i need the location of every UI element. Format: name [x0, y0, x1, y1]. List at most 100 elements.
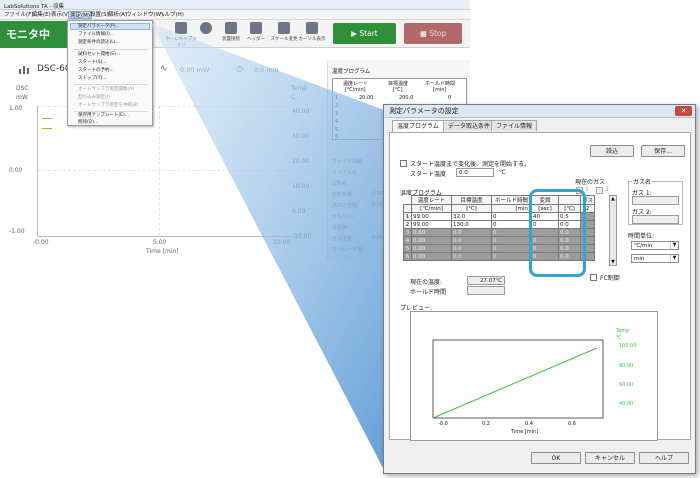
table-cell[interactable]: 0 [491, 220, 532, 229]
table-cell[interactable]: 0.0 [451, 252, 492, 261]
start-button[interactable]: ▶ Start [333, 23, 396, 44]
side-unit: [min] [433, 87, 447, 93]
preview-x-tick: 0.4 [525, 421, 533, 427]
start-label: Start [359, 29, 378, 38]
gas1-name-field[interactable] [632, 196, 679, 205]
table-cell[interactable]: 130.0 [451, 220, 492, 229]
table-cell[interactable]: 0 [491, 236, 532, 245]
side-unit: [℃/min] [345, 87, 366, 93]
toolbar-home-label: ホームキャプション [165, 37, 197, 48]
fc-control-checkbox[interactable] [590, 274, 597, 281]
preview-temp-tick: 60.00 [619, 382, 634, 388]
temp-tick: -10.00 [292, 233, 312, 240]
gas2-checkbox[interactable] [596, 187, 603, 194]
table-corner [403, 204, 412, 213]
current-temp-value: 27.07℃ [467, 276, 505, 285]
side-row-number: 5 [335, 127, 339, 133]
ok-button[interactable]: OK [531, 452, 581, 464]
menu-edit[interactable]: 編集(E) [31, 11, 52, 19]
toolbar-connect-label: 装置接続 [222, 37, 240, 42]
info-value: 0.00 [372, 235, 384, 241]
tab-temperature-program[interactable]: 温度プログラム [392, 120, 444, 132]
info-label: 雰囲気: [332, 225, 349, 231]
menu-item-stop[interactable]: ストップ(T)... [78, 76, 107, 82]
dsc-unit-label: mW [16, 94, 28, 101]
x-tick: 5.00 [153, 239, 167, 246]
gas2-name-field[interactable] [632, 215, 679, 224]
menu-item-file-info[interactable]: ファイル情報(I)... [78, 32, 114, 38]
toolbar-cursor-button[interactable]: カーソル表示 [296, 22, 328, 42]
cancel-button[interactable]: キャンセル [585, 452, 635, 464]
table-cell[interactable]: 0.0 [451, 228, 492, 237]
side-header: 温度レート [343, 81, 369, 87]
table-cell[interactable]: 32.0 [451, 212, 492, 221]
table-cell[interactable]: 0 [491, 244, 532, 253]
table-cell[interactable]: 0 [491, 212, 532, 221]
side-header: 目標温度 [388, 81, 409, 87]
dialog-close-button[interactable]: ✕ [675, 106, 692, 116]
table-cell[interactable]: 0.00 [411, 244, 452, 253]
scroll-up-icon[interactable]: ▲ [611, 196, 615, 202]
save-button[interactable]: 保存... [641, 145, 685, 157]
row-number: 5 [403, 244, 412, 253]
column-unit: [℃/min] [411, 204, 452, 213]
scroll-down-icon[interactable]: ▼ [611, 259, 615, 265]
close-icon: ✕ [680, 107, 687, 115]
info-label: オペレータ名: [332, 247, 364, 253]
table-cell[interactable]: 0.00 [411, 236, 452, 245]
side-row-number: 2 [335, 103, 339, 109]
preview-x-tick: -0.0 [438, 421, 448, 427]
table-cell[interactable]: 0.0 [451, 244, 492, 253]
side-program-title: 温度プログラム [332, 69, 371, 75]
temp-tick: 10.00 [292, 183, 310, 190]
table-cell[interactable]: 99.00 [411, 212, 452, 221]
temp-unit-label: C [291, 94, 296, 101]
table-cell[interactable]: 0 [491, 252, 532, 261]
start-temp-input[interactable]: 0.0 [456, 168, 494, 177]
menu-item-sample-set[interactable]: 試料セット開始(S)... [78, 52, 120, 58]
table-cell[interactable]: 0.00 [411, 252, 452, 261]
side-row-number: 4 [335, 119, 339, 125]
temp-tick: 20.00 [292, 158, 310, 165]
table-scrollbar[interactable]: ▲ ▼ [609, 195, 617, 266]
stop-button[interactable]: ■ Stop [404, 23, 462, 44]
table-cell[interactable]: 0.0 [451, 236, 492, 245]
side-cell: 0 [448, 95, 452, 101]
tab-data-acquisition[interactable]: データ取込条件 [443, 120, 496, 131]
menu-item-parameters[interactable]: 測定パラメータ(P)... [78, 24, 120, 30]
power-reading: 0.00 mW [180, 66, 210, 74]
stop-label: Stop [429, 29, 447, 38]
menu-help[interactable]: ヘルプ(H) [158, 11, 185, 19]
start-temp-unit: ℃ [499, 169, 506, 176]
menu-bar: ファイル(F) 編集(E) 表示(V) 測定(M) 設置(S) 解析(A) ウィ… [0, 10, 470, 20]
tab-file-info[interactable]: ファイル情報 [491, 120, 538, 131]
rate-unit-select[interactable]: ℃/min ▼ [631, 241, 679, 250]
info-value: 0.00 [372, 202, 384, 208]
table-cell[interactable]: 0.00 [411, 228, 452, 237]
help-button[interactable]: ヘルプ [639, 452, 689, 464]
table-cell[interactable]: 99.00 [411, 220, 452, 229]
dialog-titlebar: 測定パラメータの設定 [384, 105, 695, 118]
menu-item-load-conditions[interactable]: 測定条件の読込(L)... [78, 40, 120, 46]
preview-plot-frame [432, 339, 604, 419]
read-button[interactable]: 読込 [590, 145, 634, 157]
row-number: 6 [403, 252, 412, 261]
start-temp-check-label: スタート温度まで変化後、測定を開始する。 [410, 161, 531, 168]
menu-item-save-template[interactable]: 保存用テンプレート(E)... [78, 113, 129, 119]
gear-icon [200, 22, 212, 34]
row-number: 4 [403, 236, 412, 245]
temp-axis-label: Temp [291, 85, 307, 92]
modulation-column-highlight [529, 189, 586, 277]
clock-icon: ◷ [236, 64, 243, 73]
menu-item-start[interactable]: スタート(S)... [78, 60, 107, 66]
preview-temp-tick: 100.00 [619, 343, 637, 349]
y-tick: -1.00 [9, 228, 25, 235]
menu-file[interactable]: ファイル(F) [3, 11, 34, 19]
start-temp-checkbox[interactable] [400, 160, 407, 167]
current-temp-label: 現在の温度: [410, 279, 443, 286]
menu-item-delete[interactable]: 削除(D)... [78, 120, 98, 126]
table-cell[interactable]: 0 [491, 228, 532, 237]
time-unit-select[interactable]: min ▼ [631, 254, 679, 263]
menu-item-start-reserve[interactable]: スタートの予約... [78, 68, 114, 74]
rate-unit-value: ℃/min [634, 243, 653, 249]
